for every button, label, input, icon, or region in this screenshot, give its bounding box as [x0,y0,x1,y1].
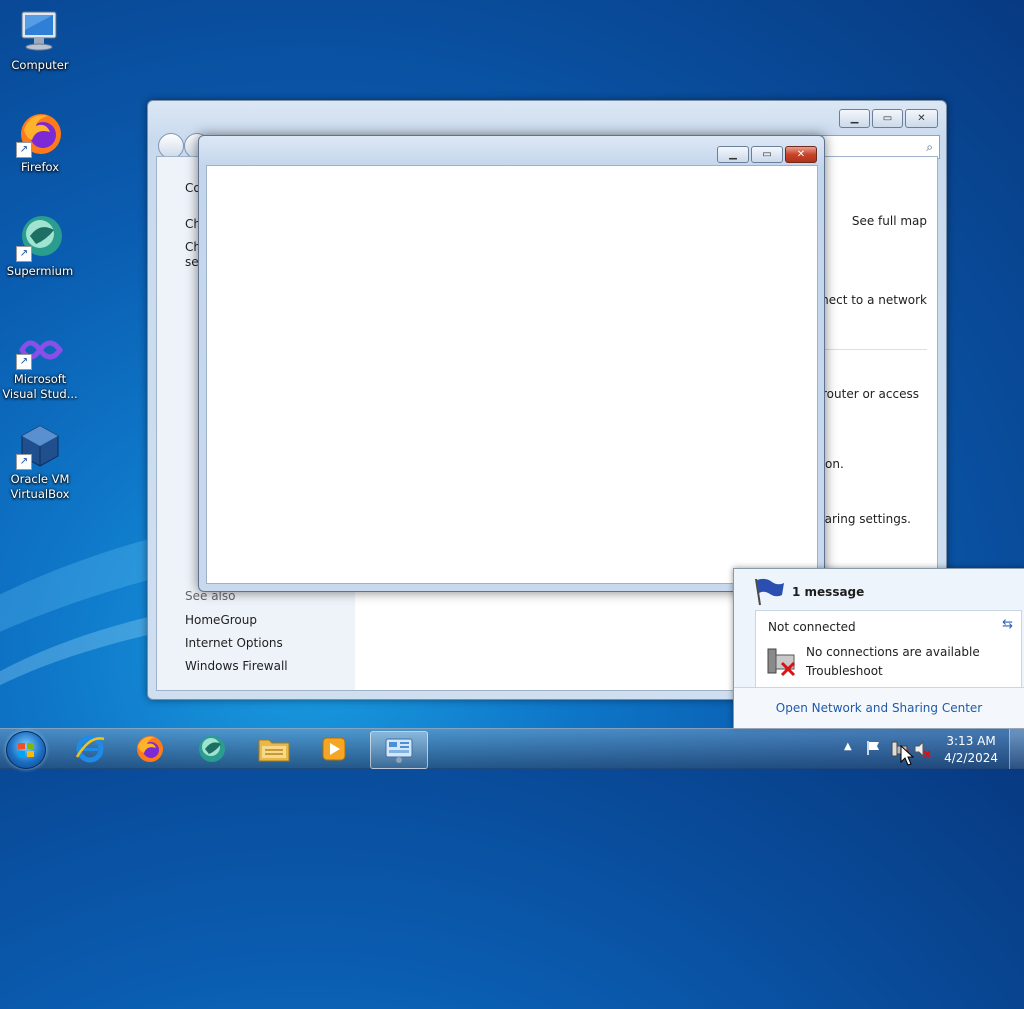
network-disconnected-icon [766,645,798,680]
desktop-icon-label: Microsoft [13,372,67,386]
desktop-icon-label: Supermium [6,264,74,278]
desktop-icon-label: VirtualBox [10,487,70,501]
folder-icon [258,739,290,762]
maximize-button[interactable]: ▭ [872,109,903,128]
supermium-icon: ↗ [16,214,64,262]
action-center-flag-icon [752,577,786,610]
window-caption-buttons: ▁ ▭ ✕ [839,109,938,128]
control-panel-icon [385,738,413,763]
computer-icon [16,8,64,56]
media-player-icon [322,737,346,761]
visual-studio-icon: ↗ [16,330,64,370]
message-count-link[interactable]: 1 message [792,585,864,599]
network-status-panel: Not connected ⇆ No connections are avail… [755,610,1022,690]
divider [817,349,927,350]
desktop-icon-supermium[interactable]: ↗ Supermium [2,214,78,279]
network-notification-flyout: 1 message Not connected ⇆ No connections… [733,568,1024,729]
troubleshoot-link[interactable]: Troubleshoot [806,664,883,678]
desktop-icon-label: Visual Stud... [2,387,78,401]
action-center-flag-icon[interactable] [866,740,882,759]
windows-logo-icon [18,743,34,757]
close-button[interactable]: ✕ [905,109,938,128]
desktop-icon-label: Oracle VM [10,472,70,486]
show-desktop-button[interactable] [1009,729,1024,769]
flyout-footer: Open Network and Sharing Center [734,687,1024,728]
clock-time: 3:13 AM [946,734,996,748]
firefox-icon [137,736,163,762]
shortcut-arrow-icon: ↗ [16,246,32,262]
desktop-icon-firefox[interactable]: ↗ Firefox [2,110,78,175]
shortcut-arrow-icon: ↗ [16,354,32,370]
taskbar-file-explorer[interactable] [246,731,302,767]
taskbar: ▲ 3:13 AM 4/2/2024 [0,728,1024,769]
taskbar-media-player[interactable] [306,731,362,767]
desktop-icon-label: Firefox [20,160,60,174]
sharing-text-partial: haring settings. [817,512,911,526]
see-also-homegroup-link[interactable]: HomeGroup [185,613,257,627]
taskbar-supermium[interactable] [184,731,240,767]
desktop-icon-label: Computer [11,58,69,72]
firefox-icon: ↗ [16,110,64,158]
connection-status-text: Not connected [768,620,856,634]
minimize-button[interactable]: ▁ [839,109,870,128]
close-button[interactable]: ✕ [785,146,817,163]
see-also-internet-options-link[interactable]: Internet Options [185,636,283,650]
show-hidden-icons-button[interactable]: ▲ [844,741,852,752]
taskbar-firefox[interactable] [122,731,178,767]
search-icon: ⌕ [926,139,933,154]
virtualbox-icon: ↗ [16,422,64,470]
window-caption-buttons: ▁ ▭ ✕ [717,146,817,163]
minimize-button[interactable]: ▁ [717,146,749,163]
open-network-sharing-center-link[interactable]: Open Network and Sharing Center [776,701,982,715]
volume-muted-icon[interactable] [913,740,931,761]
mouse-cursor-icon [900,744,915,770]
taskbar-internet-explorer[interactable] [62,731,118,767]
no-connections-text: No connections are available [806,645,980,659]
taskbar-clock[interactable]: 3:13 AM 4/2/2024 [944,733,998,767]
blank-window: ▁ ▭ ✕ [198,135,825,592]
refresh-icon[interactable]: ⇆ [1002,617,1013,632]
maximize-button[interactable]: ▭ [751,146,783,163]
desktop-icon-visual-studio[interactable]: ↗ Microsoft Visual Stud... [2,330,78,402]
internet-explorer-icon [75,735,105,763]
shortcut-arrow-icon: ↗ [16,454,32,470]
see-full-map-link[interactable]: See full map [852,214,927,228]
desktop-icon-virtualbox[interactable]: ↗ Oracle VM VirtualBox [2,422,78,502]
window-client-area [206,165,818,584]
shortcut-arrow-icon: ↗ [16,142,32,158]
supermium-icon [199,736,225,762]
router-text-partial: a router or access [810,387,919,401]
taskbar-control-panel[interactable] [370,731,428,769]
clock-date: 4/2/2024 [944,751,998,765]
desktop-icon-computer[interactable]: Computer [2,8,78,73]
see-also-windows-firewall-link[interactable]: Windows Firewall [185,659,288,673]
start-button[interactable] [6,731,46,769]
